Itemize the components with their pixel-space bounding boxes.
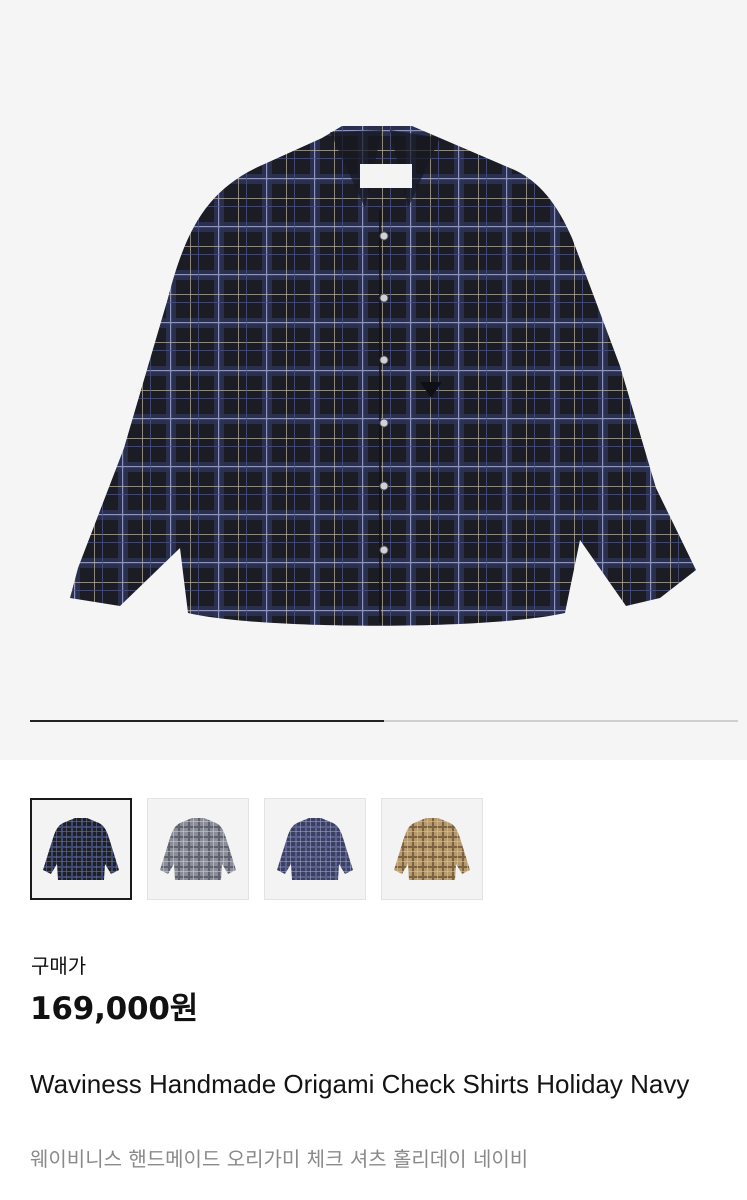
thumb-navy-dark[interactable]	[30, 798, 132, 900]
product-image-gallery[interactable]	[0, 0, 747, 760]
gallery-progress-fill	[30, 720, 384, 722]
thumb-grey[interactable]	[147, 798, 249, 900]
color-thumbnail-list	[30, 798, 483, 900]
product-main-image	[70, 126, 696, 626]
shirt-thumbnail-image	[394, 818, 470, 880]
gallery-progress-bar	[30, 720, 738, 722]
shirt-thumbnail-image	[277, 818, 353, 880]
thumb-navy-blue[interactable]	[264, 798, 366, 900]
product-title-ko: 웨이비니스 핸드메이드 오리가미 체크 셔츠 홀리데이 네이비	[30, 1147, 529, 1171]
price: 169,000원	[30, 991, 199, 1027]
thumb-beige[interactable]	[381, 798, 483, 900]
product-title-en: Waviness Handmade Origami Check Shirts H…	[30, 1069, 690, 1099]
price-label: 구매가	[31, 954, 87, 978]
shirt-thumbnail-image	[160, 818, 236, 880]
shirt-thumbnail-image	[43, 818, 119, 880]
